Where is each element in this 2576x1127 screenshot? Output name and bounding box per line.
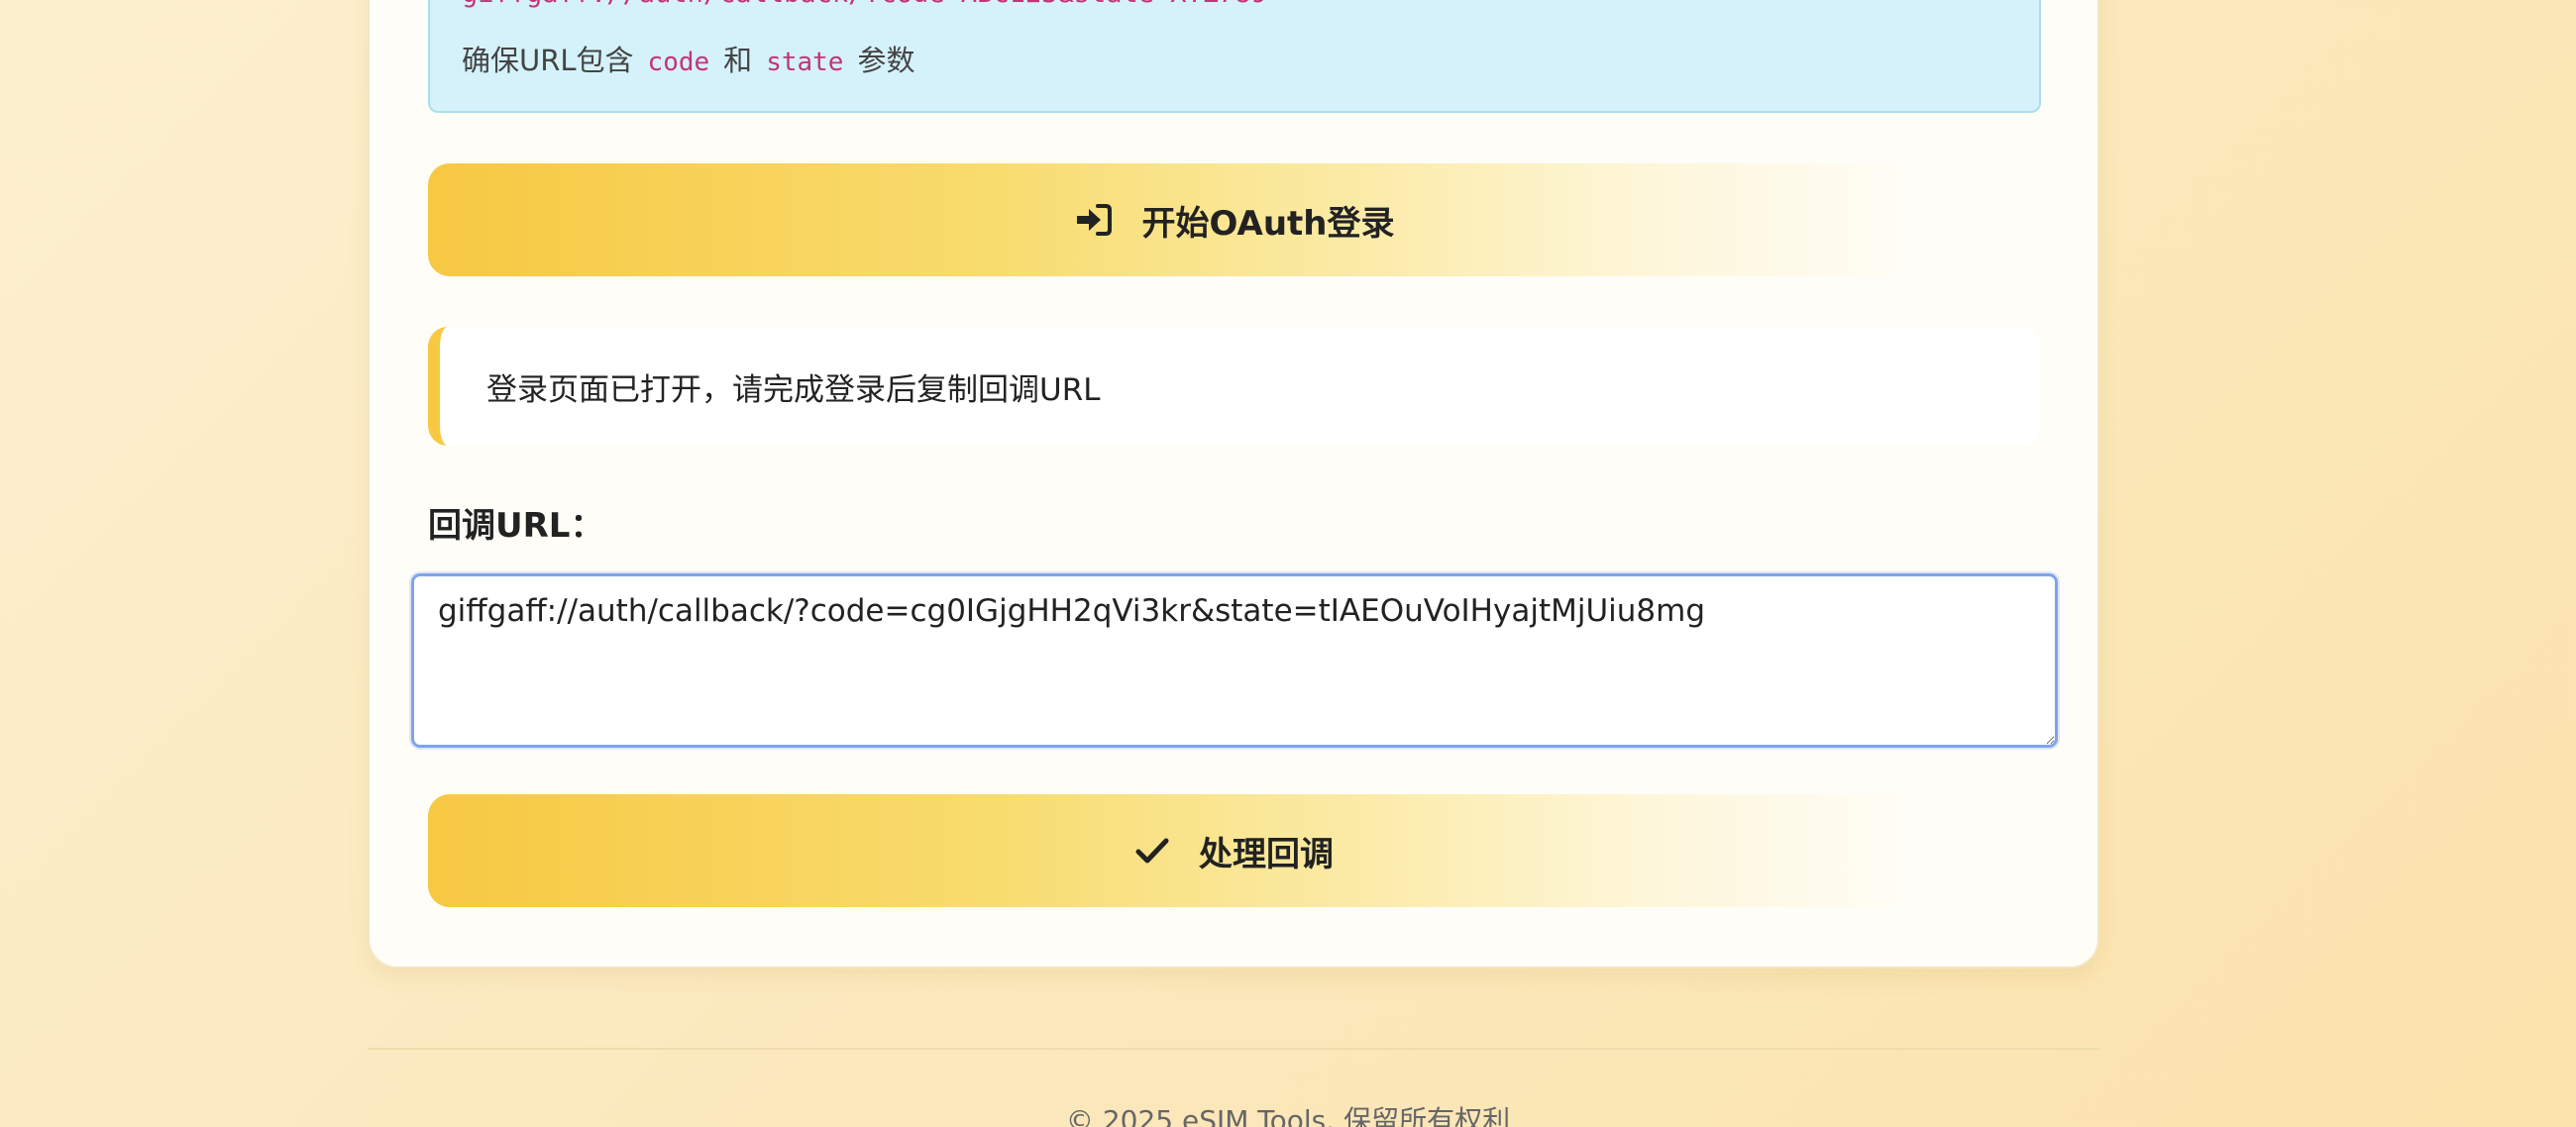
footer-divider (368, 1048, 2099, 1050)
code-param: code (647, 48, 710, 77)
process-callback-button[interactable]: 处理回调 (428, 794, 2041, 907)
status-text: 登录页面已打开，请完成登录后复制回调URL (486, 371, 1101, 408)
info-note-and: 和 (723, 44, 753, 77)
status-message: 登录页面已打开，请完成登录后复制回调URL (428, 327, 2041, 446)
info-note: 确保URL包含 code 和 state 参数 (462, 38, 914, 79)
check-icon (1135, 837, 1169, 865)
info-note-suffix: 参数 (857, 44, 915, 77)
callback-url-input[interactable] (411, 573, 2058, 748)
process-callback-label: 处理回调 (1199, 834, 1334, 874)
start-oauth-button[interactable]: 开始OAuth登录 (428, 163, 2041, 276)
callback-url-label: 回调URL： (428, 506, 604, 546)
start-oauth-label: 开始OAuth登录 (1141, 203, 1395, 244)
sign-in-icon (1075, 203, 1113, 237)
footer-copyright: © 2025 eSIM Tools. 保留所有权利 (1065, 1104, 1511, 1127)
state-param: state (766, 48, 844, 77)
info-note-prefix: 确保URL包含 (462, 44, 634, 77)
example-callback-url: giffgaff://auth/callback/?code=ABC123&st… (462, 0, 1267, 9)
